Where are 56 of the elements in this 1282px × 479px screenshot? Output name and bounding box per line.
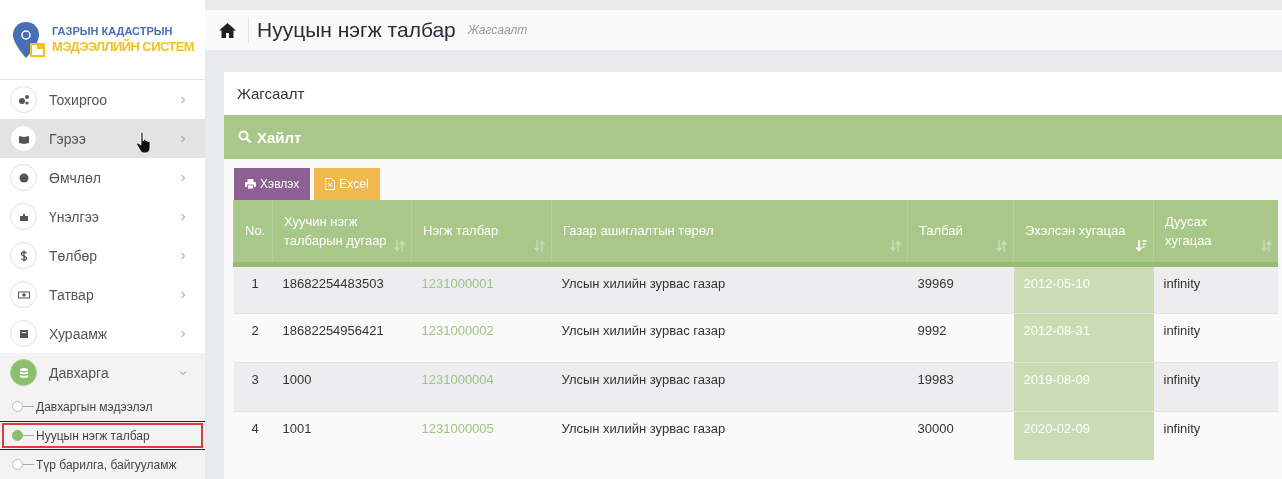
chevron-right-icon xyxy=(179,95,187,104)
menu-item[interactable]: Давхарга xyxy=(0,353,205,392)
card-title: Жагсаалт xyxy=(224,72,1282,115)
table-cell: Улсын хилийн зурвас газар xyxy=(551,264,908,313)
printer-icon xyxy=(245,179,256,189)
menu-item[interactable]: Төлбөр xyxy=(0,236,205,275)
menu-item[interactable]: Татвар xyxy=(0,275,205,314)
column-header: No. xyxy=(233,200,273,264)
table-cell: infinity xyxy=(1153,313,1278,362)
table-cell: 3 xyxy=(233,362,273,411)
table-cell: 2020-02-09 xyxy=(1013,411,1154,460)
table-cell: 9992 xyxy=(907,313,1014,362)
page-title: Нууцын нэгж талбар xyxy=(257,18,456,42)
table-cell: Улсын хилийн зурвас газар xyxy=(551,313,908,362)
logo-subtitle: МЭДЭЭЛЛИЙН СИСТЕМ xyxy=(52,39,194,54)
print-button[interactable]: Хэвлэх xyxy=(234,168,311,200)
table-cell: Улсын хилийн зурвас газар xyxy=(551,362,908,411)
table-cell: 30000 xyxy=(907,411,1014,460)
table-cell: 1000 xyxy=(272,362,412,411)
table-cell: 39969 xyxy=(907,264,1014,313)
table-cell: 18682254483503 xyxy=(272,264,412,313)
table-cell: infinity xyxy=(1153,362,1278,411)
chevron-right-icon xyxy=(179,251,187,260)
menu-item[interactable]: Гэрээ xyxy=(0,119,205,158)
menu-item[interactable]: Тохиргоо xyxy=(0,80,205,119)
chevron-right-icon xyxy=(179,212,187,221)
page-subtitle: Жагсаалт xyxy=(467,23,528,37)
chevron-right-icon xyxy=(179,134,187,143)
menu-item[interactable]: Үнэлгээ xyxy=(0,197,205,236)
table-cell: 18682254956421 xyxy=(272,313,412,362)
home-icon[interactable] xyxy=(219,22,236,38)
logo-title: ГАЗРЫН КАДАСТРЫН xyxy=(52,25,174,37)
submenu-item[interactable]: Түр барилга, байгууламж xyxy=(0,450,205,479)
chevron-right-icon xyxy=(179,329,187,338)
menu-item[interactable]: Өмчлөл xyxy=(0,158,205,197)
map-pin-logo-icon xyxy=(12,20,46,59)
table-cell: 2019-08-09 xyxy=(1013,362,1154,411)
banknote-icon xyxy=(17,288,30,301)
chevron-right-icon xyxy=(179,290,187,299)
chevron-right-icon xyxy=(179,173,187,182)
archive-icon xyxy=(17,327,30,340)
table-cell: infinity xyxy=(1153,411,1278,460)
database-icon xyxy=(17,366,30,379)
menu-item[interactable]: Хураамж xyxy=(0,314,205,353)
table-cell: 2 xyxy=(233,313,273,362)
submenu-item[interactable]: Давхаргын мэдээлэл xyxy=(0,392,205,421)
table-cell: 19983 xyxy=(907,362,1014,411)
table-cell: 2012-08-31 xyxy=(1013,313,1154,362)
submenu-item[interactable]: Нууцын нэгж талбар xyxy=(0,421,205,450)
table-cell: 2012-05-10 xyxy=(1013,264,1154,313)
chevron-down-icon xyxy=(179,368,187,377)
excel-file-icon xyxy=(325,178,336,190)
table-cell: infinity xyxy=(1153,264,1278,313)
search-icon xyxy=(238,130,252,144)
hand-cursor-icon xyxy=(136,131,154,155)
table-cell: 1 xyxy=(233,264,273,313)
